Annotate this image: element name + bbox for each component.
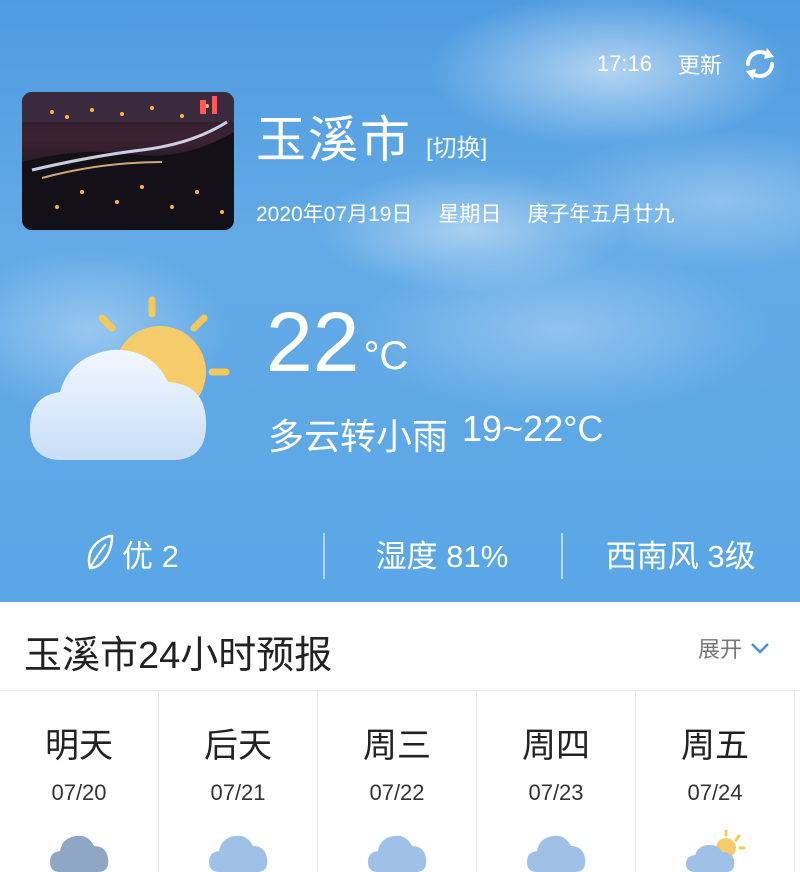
expand-button[interactable]: 展开 (698, 632, 770, 664)
day-name: 周四 (522, 727, 590, 765)
current-temperature: 22 °C (266, 300, 408, 384)
forecast-day[interactable]: 明天 07/20 (0, 690, 159, 872)
city-name: 玉溪市 (256, 112, 412, 168)
day-date: 07/23 (528, 780, 584, 805)
forecast-day[interactable]: 周三 07/22 (318, 690, 477, 872)
gregorian-date: 2020年07月19日 (256, 203, 413, 226)
cloud-icon (368, 835, 427, 872)
day-name: 周三 (363, 727, 431, 765)
refresh-icon[interactable] (740, 44, 780, 84)
condition-text: 多云转小雨 (268, 416, 449, 457)
update-button[interactable]: 更新 (678, 48, 722, 80)
forecast-title: 玉溪市24小时预报 (24, 635, 333, 677)
temperature-unit: °C (363, 334, 409, 378)
day-name: 周五 (681, 727, 749, 765)
wind-value: 西南风 3级 (605, 538, 756, 574)
temp-range: 19~22°C (462, 408, 604, 449)
cloud-icon (527, 835, 586, 872)
cloud-icon (209, 835, 268, 872)
weather-description: 多云转小雨 19~22°C (268, 408, 604, 460)
forecast-day[interactable]: 后天 07/21 (159, 690, 318, 872)
weather-hero: 17:16 更新 玉溪市 [切换] 2020年07月19日 星期日 庚子年五月廿… (0, 0, 800, 602)
day-name: 明天 (45, 727, 113, 765)
leaf-icon (87, 534, 114, 570)
partly-cloudy-icon (30, 296, 230, 460)
update-bar: 17:16 更新 (597, 48, 780, 80)
weekday: 星期日 (438, 203, 502, 226)
forecast-days: 明天 07/20 后天 07/21 周三 07/22 周四 07/23 周五 0… (0, 690, 800, 872)
forecast-day[interactable]: 周五 07/24 (636, 690, 795, 872)
air-quality-value: 优 2 (122, 538, 179, 574)
chevron-down-icon (751, 643, 769, 654)
cloud-dark-icon (50, 835, 109, 872)
switch-city-link[interactable]: [切换] (426, 128, 487, 163)
day-date: 07/21 (210, 780, 266, 805)
humidity-value: 湿度 81% (375, 538, 509, 574)
update-time: 17:16 (596, 51, 652, 76)
city-photo (22, 92, 234, 230)
expand-label: 展开 (697, 637, 742, 662)
lunar-date: 庚子年五月廿九 (527, 203, 675, 226)
humidity: 湿度 81% (322, 531, 562, 579)
air-quality: 优 2 (0, 531, 323, 576)
forecast-day[interactable]: 周四 07/23 (477, 690, 636, 872)
weather-stats: 优 2 湿度 81% 西南风 3级 (0, 528, 800, 579)
day-date: 07/20 (51, 780, 107, 805)
partly-cloudy-icon (686, 830, 746, 872)
wind: 西南风 3级 (561, 531, 800, 579)
date-line: 2020年07月19日 星期日 庚子年五月廿九 (256, 198, 674, 228)
temperature-value: 22 (266, 295, 360, 389)
day-name: 后天 (204, 727, 272, 765)
day-date: 07/24 (687, 780, 743, 805)
day-date: 07/22 (369, 780, 425, 805)
forecast-header: 玉溪市24小时预报 展开 (0, 602, 800, 691)
